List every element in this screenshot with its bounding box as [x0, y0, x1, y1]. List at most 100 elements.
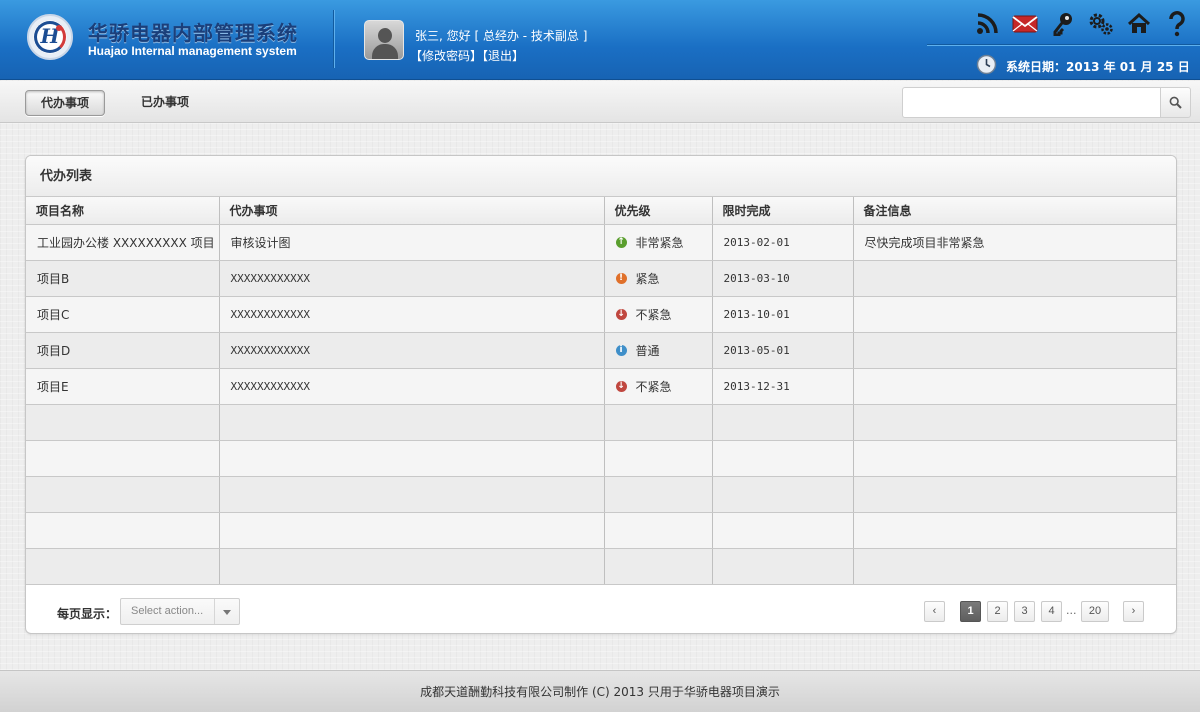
cell-note: 尽快完成项目非常紧急 [853, 224, 1176, 261]
empty-cell [853, 548, 1176, 585]
help-icon[interactable] [1162, 10, 1191, 38]
empty-cell [26, 548, 220, 585]
priority-down-icon: ↓ [615, 309, 627, 320]
column-header-task[interactable]: 代办事项 [219, 197, 605, 225]
empty-cell [604, 404, 713, 441]
column-header-priority[interactable]: 优先级 [604, 197, 713, 225]
table-row[interactable]: 项目D XXXXXXXXXXXX i 普通 2013-05-01 [26, 332, 1176, 369]
empty-cell [26, 512, 220, 549]
dropdown-toggle[interactable] [214, 598, 239, 624]
page-1-button[interactable]: 1 [960, 600, 981, 622]
page-3-button[interactable]: 3 [1014, 600, 1035, 622]
footer-copyright: 成都天道酬勤科技有限公司制作 (C) 2013 只用于华骄电器项目演示 [420, 685, 780, 699]
page-2-button[interactable]: 2 [987, 600, 1008, 622]
per-page-select[interactable]: Select action... [120, 597, 240, 625]
priority-label: 不紧急 [635, 308, 672, 322]
cell-task: XXXXXXXXXXXX [219, 296, 605, 333]
todo-table: 项目名称 代办事项 优先级 限时完成 备注信息 工业园办公楼 XXXXXXXXX… [26, 197, 1176, 585]
cell-project: 项目B [26, 260, 220, 297]
cell-priority: ↑ 非常紧急 [604, 224, 713, 261]
empty-cell [712, 476, 854, 513]
empty-cell [604, 548, 713, 585]
table-row-empty [26, 548, 1176, 585]
cell-deadline: 2013-12-31 [712, 368, 854, 405]
home-icon[interactable] [1124, 10, 1153, 38]
column-header-deadline[interactable]: 限时完成 [712, 197, 854, 225]
tab-done[interactable]: 已办事项 [125, 90, 205, 116]
cell-deadline: 2013-03-10 [712, 260, 854, 297]
system-date-label: 系统日期： [1006, 60, 1067, 74]
cell-note [853, 260, 1176, 297]
page-4-button[interactable]: 4 [1041, 600, 1062, 622]
cell-deadline: 2013-05-01 [712, 332, 854, 369]
table-row-empty [26, 512, 1176, 549]
cell-note [853, 332, 1176, 369]
avatar-body [372, 44, 398, 59]
cell-priority: ! 紧急 [604, 260, 713, 297]
header-icon-bar [972, 10, 1200, 38]
search-input[interactable] [902, 87, 1160, 118]
table-row[interactable]: 工业园办公楼 XXXXXXXXX 项目 审核设计图 ↑ 非常紧急 2013-02-… [26, 224, 1176, 261]
cell-deadline: 2013-10-01 [712, 296, 854, 333]
priority-label: 普通 [635, 344, 660, 358]
per-page-select-value: Select action... [131, 604, 204, 617]
table-row[interactable]: 项目C XXXXXXXXXXXX ↓ 不紧急 2013-10-01 [26, 296, 1176, 333]
empty-cell [853, 512, 1176, 549]
system-date-value: 2013 年 01 月 25 日 [1066, 60, 1190, 74]
change-password-link[interactable]: 【修改密码】 [410, 49, 482, 63]
cell-priority: ↓ 不紧急 [604, 368, 713, 405]
mail-icon[interactable] [1010, 10, 1039, 38]
empty-cell [26, 476, 220, 513]
empty-cell [219, 404, 605, 441]
table-row-empty [26, 440, 1176, 477]
empty-cell [604, 476, 713, 513]
table-header-row: 项目名称 代办事项 优先级 限时完成 备注信息 [26, 197, 1176, 225]
logout-link[interactable]: 【退出】 [482, 49, 524, 63]
empty-cell [219, 548, 605, 585]
column-header-project[interactable]: 项目名称 [26, 197, 220, 225]
header-separator [927, 44, 1200, 46]
tab-todo[interactable]: 代办事项 [25, 90, 105, 116]
cell-task: 审核设计图 [219, 224, 605, 261]
empty-cell [712, 512, 854, 549]
logo-letter: H [40, 24, 60, 48]
table-row-empty [26, 404, 1176, 441]
cell-note [853, 368, 1176, 405]
cell-task: XXXXXXXXXXXX [219, 332, 605, 369]
prev-page-button[interactable]: ‹ [924, 600, 945, 622]
pager-bar: 每页显示： Select action... ‹ 1 2 3 4 ... 20 … [26, 585, 1176, 634]
next-page-button[interactable]: › [1123, 600, 1144, 622]
empty-cell [219, 440, 605, 477]
table-row[interactable]: 项目B XXXXXXXXXXXX ! 紧急 2013-03-10 [26, 260, 1176, 297]
empty-cell [26, 440, 220, 477]
cell-project: 项目D [26, 332, 220, 369]
empty-cell [712, 548, 854, 585]
empty-cell [219, 476, 605, 513]
logo-dot [56, 25, 62, 31]
rss-icon[interactable] [972, 10, 1001, 38]
page-ellipsis: ... [1066, 603, 1077, 617]
empty-cell [712, 404, 854, 441]
user-greeting: 张三, 您好 [ 总经办 - 技术副总 ] [415, 29, 588, 43]
last-page-button[interactable]: 20 [1081, 600, 1109, 622]
cell-priority: i 普通 [604, 332, 713, 369]
footer: 成都天道酬勤科技有限公司制作 (C) 2013 只用于华骄电器项目演示 [0, 670, 1200, 712]
table-row[interactable]: 项目E XXXXXXXXXXXX ↓ 不紧急 2013-12-31 [26, 368, 1176, 405]
settings-icon[interactable] [1086, 10, 1115, 38]
priority-down-icon: ↓ [615, 381, 627, 392]
cell-task: XXXXXXXXXXXX [219, 368, 605, 405]
panel-title: 代办列表 [26, 156, 1176, 197]
system-title: 华骄电器内部管理系统 [88, 21, 298, 45]
key-icon[interactable] [1048, 10, 1077, 38]
company-logo[interactable]: H [27, 14, 73, 60]
table-body: 工业园办公楼 XXXXXXXXX 项目 审核设计图 ↑ 非常紧急 2013-02-… [26, 224, 1176, 585]
priority-info-icon: i [615, 345, 627, 356]
empty-cell [712, 440, 854, 477]
empty-cell [604, 440, 713, 477]
empty-cell [219, 512, 605, 549]
column-header-note[interactable]: 备注信息 [853, 197, 1176, 225]
per-page-label: 每页显示： [57, 606, 118, 621]
empty-cell [853, 404, 1176, 441]
search-button[interactable] [1160, 87, 1191, 118]
avatar[interactable] [364, 20, 404, 60]
